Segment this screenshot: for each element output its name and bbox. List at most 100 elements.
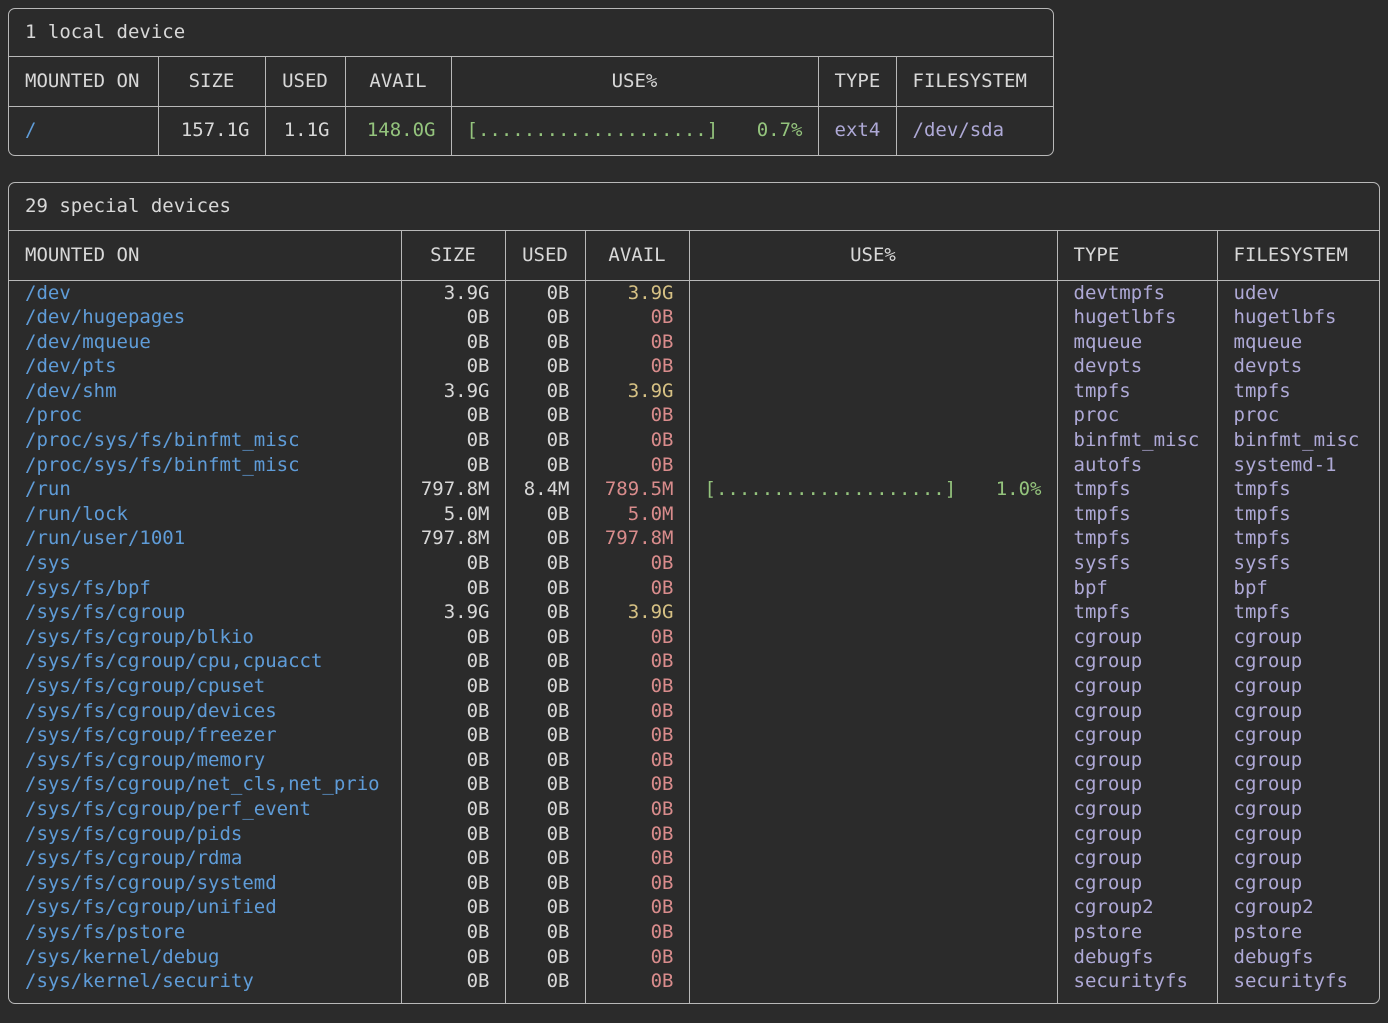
used-cell: 0B bbox=[505, 871, 585, 896]
avail-cell: 0B bbox=[585, 674, 689, 699]
usage-cell bbox=[689, 846, 1057, 871]
avail-cell: 0B bbox=[585, 723, 689, 748]
usage-cell bbox=[689, 379, 1057, 404]
usage-cell bbox=[689, 895, 1057, 920]
local-devices-table: MOUNTED ON SIZE USED AVAIL USE% TYPE FIL… bbox=[9, 57, 1054, 155]
used-cell: 0B bbox=[505, 969, 585, 1003]
avail-cell: 0B bbox=[585, 453, 689, 478]
avail-cell: 0B bbox=[585, 945, 689, 970]
filesystem-cell: tmpfs bbox=[1217, 477, 1380, 502]
avail-cell: 0B bbox=[585, 871, 689, 896]
type-cell: mqueue bbox=[1057, 330, 1217, 355]
device-row: /sys/fs/cgroup/perf_event0B0B0Bcgroupcgr… bbox=[9, 797, 1380, 822]
avail-cell: 0B bbox=[585, 969, 689, 1003]
filesystem-cell: cgroup bbox=[1217, 723, 1380, 748]
used-cell: 0B bbox=[505, 600, 585, 625]
used-cell: 0B bbox=[505, 748, 585, 773]
usage-cell bbox=[689, 969, 1057, 1003]
usage-cell bbox=[689, 945, 1057, 970]
used-cell: 0B bbox=[505, 526, 585, 551]
terminal-output: 1 local device MOUNTED ON SIZE USED AVAI… bbox=[8, 8, 1380, 1004]
device-row: /sys/kernel/security0B0B0Bsecurityfssecu… bbox=[9, 969, 1380, 1003]
mount-point-cell: /sys/fs/cgroup/systemd bbox=[9, 871, 401, 896]
filesystem-cell: tmpfs bbox=[1217, 526, 1380, 551]
used-cell: 0B bbox=[505, 674, 585, 699]
usage-cell bbox=[689, 280, 1057, 305]
mount-point-cell: /dev/pts bbox=[9, 354, 401, 379]
mount-point-cell: /proc/sys/fs/binfmt_misc bbox=[9, 428, 401, 453]
avail-cell: 0B bbox=[585, 797, 689, 822]
column-header-type: TYPE bbox=[818, 57, 896, 106]
type-cell: proc bbox=[1057, 403, 1217, 428]
avail-cell: 0B bbox=[585, 748, 689, 773]
avail-cell: 0B bbox=[585, 625, 689, 650]
usage-cell bbox=[689, 822, 1057, 847]
device-row: /sys/fs/cgroup3.9G0B3.9Gtmpfstmpfs bbox=[9, 600, 1380, 625]
type-cell: bpf bbox=[1057, 576, 1217, 601]
usage-cell bbox=[689, 330, 1057, 355]
usage-cell bbox=[689, 649, 1057, 674]
column-header-filesystem: FILESYSTEM bbox=[896, 57, 1054, 106]
mount-point-cell: /sys/kernel/debug bbox=[9, 945, 401, 970]
filesystem-cell: cgroup bbox=[1217, 649, 1380, 674]
used-cell: 0B bbox=[505, 822, 585, 847]
usage-cell bbox=[689, 600, 1057, 625]
used-cell: 0B bbox=[505, 625, 585, 650]
mount-point-cell: /sys/kernel/security bbox=[9, 969, 401, 1003]
size-cell: 0B bbox=[401, 576, 505, 601]
type-cell: devtmpfs bbox=[1057, 280, 1217, 305]
filesystem-cell: cgroup bbox=[1217, 748, 1380, 773]
column-header-avail: AVAIL bbox=[585, 231, 689, 280]
filesystem-cell: cgroup bbox=[1217, 871, 1380, 896]
used-cell: 0B bbox=[505, 723, 585, 748]
size-cell: 0B bbox=[401, 354, 505, 379]
mount-point-cell: /sys/fs/cgroup/perf_event bbox=[9, 797, 401, 822]
type-cell: cgroup bbox=[1057, 674, 1217, 699]
avail-cell: 0B bbox=[585, 895, 689, 920]
avail-cell: 0B bbox=[585, 649, 689, 674]
used-cell: 0B bbox=[505, 772, 585, 797]
mount-point-cell: /sys/fs/bpf bbox=[9, 576, 401, 601]
type-cell: devpts bbox=[1057, 354, 1217, 379]
device-row: /sys/fs/cgroup/net_cls,net_prio0B0B0Bcgr… bbox=[9, 772, 1380, 797]
filesystem-cell: tmpfs bbox=[1217, 379, 1380, 404]
filesystem-cell: systemd-1 bbox=[1217, 453, 1380, 478]
usage-cell bbox=[689, 748, 1057, 773]
size-cell: 0B bbox=[401, 453, 505, 478]
usage-cell bbox=[689, 674, 1057, 699]
type-cell: tmpfs bbox=[1057, 600, 1217, 625]
avail-cell: 0B bbox=[585, 305, 689, 330]
avail-cell: 148.0G bbox=[345, 106, 451, 155]
used-cell: 0B bbox=[505, 330, 585, 355]
mount-point-cell: /proc/sys/fs/binfmt_misc bbox=[9, 453, 401, 478]
type-cell: securityfs bbox=[1057, 969, 1217, 1003]
avail-cell: 0B bbox=[585, 920, 689, 945]
size-cell: 0B bbox=[401, 674, 505, 699]
device-row: /sys/fs/cgroup/blkio0B0B0Bcgroupcgroup bbox=[9, 625, 1380, 650]
type-cell: cgroup bbox=[1057, 723, 1217, 748]
special-devices-table-body: /dev3.9G0B3.9Gdevtmpfsudev/dev/hugepages… bbox=[9, 280, 1380, 1003]
type-cell: cgroup bbox=[1057, 846, 1217, 871]
used-cell: 0B bbox=[505, 280, 585, 305]
device-row: /sys/fs/cgroup/systemd0B0B0Bcgroupcgroup bbox=[9, 871, 1380, 896]
column-header-avail: AVAIL bbox=[345, 57, 451, 106]
used-cell: 0B bbox=[505, 354, 585, 379]
used-cell: 0B bbox=[505, 797, 585, 822]
usage-cell bbox=[689, 576, 1057, 601]
filesystem-cell: cgroup bbox=[1217, 822, 1380, 847]
mount-point-cell: /run/lock bbox=[9, 502, 401, 527]
size-cell: 0B bbox=[401, 723, 505, 748]
device-row: /sys/fs/cgroup/cpu,cpuacct0B0B0Bcgroupcg… bbox=[9, 649, 1380, 674]
filesystem-cell: hugetlbfs bbox=[1217, 305, 1380, 330]
filesystem-cell: cgroup bbox=[1217, 797, 1380, 822]
type-cell: cgroup2 bbox=[1057, 895, 1217, 920]
avail-cell: 0B bbox=[585, 846, 689, 871]
type-cell: cgroup bbox=[1057, 748, 1217, 773]
mount-point-cell: /proc bbox=[9, 403, 401, 428]
device-row: /run/user/1001797.8M0B797.8Mtmpfstmpfs bbox=[9, 526, 1380, 551]
used-cell: 1.1G bbox=[265, 106, 345, 155]
device-row: /dev/mqueue0B0B0Bmqueuemqueue bbox=[9, 330, 1380, 355]
column-header-mounted-on: MOUNTED ON bbox=[9, 57, 158, 106]
mount-point-cell: /sys/fs/cgroup/net_cls,net_prio bbox=[9, 772, 401, 797]
size-cell: 0B bbox=[401, 895, 505, 920]
